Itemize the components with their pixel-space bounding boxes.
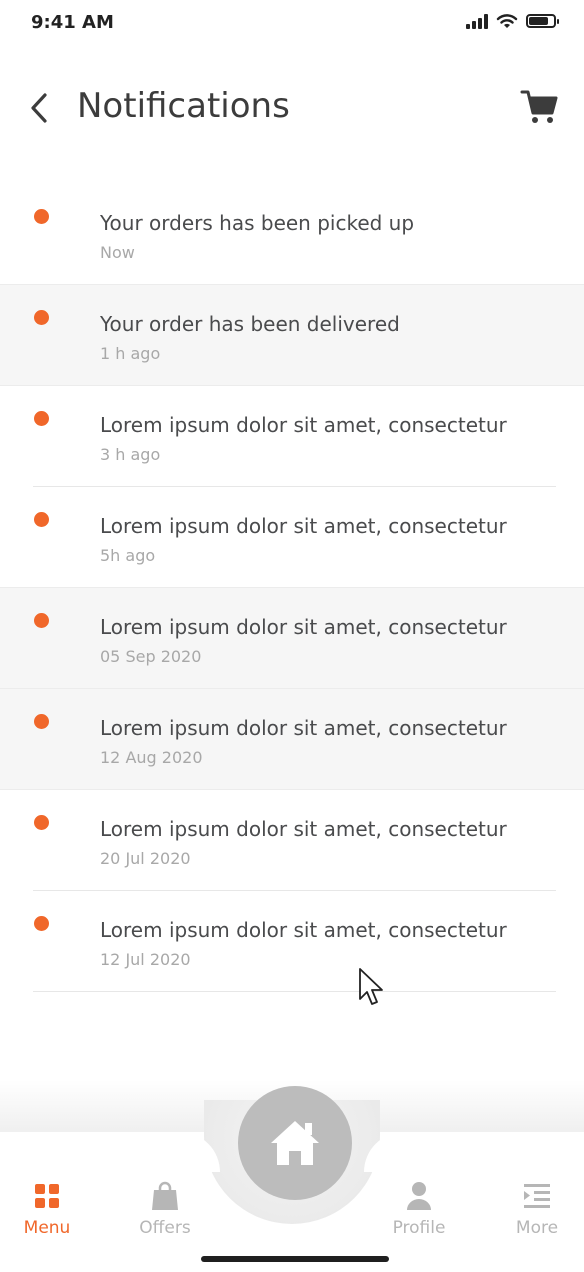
- wifi-icon: [496, 14, 518, 28]
- unread-dot: [34, 209, 49, 224]
- notification-item[interactable]: Lorem ipsum dolor sit amet, consectetur …: [0, 790, 584, 891]
- nav-label-menu: Menu: [23, 1218, 71, 1238]
- bag-icon: [152, 1181, 178, 1210]
- notification-time: Now: [100, 243, 135, 262]
- divider: [33, 991, 556, 992]
- home-button[interactable]: [238, 1086, 352, 1200]
- unread-dot: [34, 512, 49, 527]
- notification-item[interactable]: Your orders has been picked up Now: [0, 184, 584, 285]
- notification-item[interactable]: Lorem ipsum dolor sit amet, consectetur …: [0, 689, 584, 790]
- cart-button[interactable]: [520, 88, 558, 126]
- notification-time: 05 Sep 2020: [100, 647, 202, 666]
- notification-time: 12 Aug 2020: [100, 748, 203, 767]
- nav-item-more[interactable]: More: [487, 1180, 584, 1238]
- notification-message: Lorem ipsum dolor sit amet, consectetur: [100, 817, 507, 841]
- nav-label-more: More: [515, 1218, 559, 1238]
- notification-message: Lorem ipsum dolor sit amet, consectetur: [100, 716, 507, 740]
- notification-message: Lorem ipsum dolor sit amet, consectetur: [100, 615, 507, 639]
- notification-message: Lorem ipsum dolor sit amet, consectetur: [100, 514, 507, 538]
- notification-list: Your orders has been picked up Now Your …: [0, 184, 584, 992]
- unread-dot: [34, 916, 49, 931]
- grid-icon: [35, 1184, 59, 1208]
- page-title: Notifications: [77, 86, 290, 126]
- notification-time: 5h ago: [100, 546, 156, 565]
- unread-dot: [34, 714, 49, 729]
- unread-dot: [34, 815, 49, 830]
- notification-message: Your orders has been picked up: [100, 211, 415, 235]
- nav-item-menu[interactable]: Menu: [0, 1180, 97, 1238]
- signal-icon: [466, 13, 488, 29]
- person-icon: [407, 1182, 431, 1210]
- notification-item[interactable]: Lorem ipsum dolor sit amet, consectetur …: [0, 386, 584, 487]
- unread-dot: [34, 310, 49, 325]
- unread-dot: [34, 411, 49, 426]
- status-time: 9:41 AM: [31, 12, 114, 33]
- nav-label-profile: Profile: [392, 1218, 446, 1238]
- notification-message: Your order has been delivered: [100, 312, 400, 336]
- notification-item[interactable]: Your order has been delivered 1 h ago: [0, 285, 584, 386]
- header: Notifications: [0, 70, 584, 150]
- notification-item[interactable]: Lorem ipsum dolor sit amet, consectetur …: [0, 588, 584, 689]
- notification-message: Lorem ipsum dolor sit amet, consectetur: [100, 413, 507, 437]
- nav-item-offers[interactable]: Offers: [115, 1180, 215, 1238]
- notification-message: Lorem ipsum dolor sit amet, consectetur: [100, 918, 507, 942]
- unread-dot: [34, 613, 49, 628]
- notification-item[interactable]: Lorem ipsum dolor sit amet, consectetur …: [0, 891, 584, 992]
- status-bar: 9:41 AM: [0, 0, 584, 48]
- notification-time: 1 h ago: [100, 344, 161, 363]
- nav-label-offers: Offers: [139, 1218, 191, 1238]
- home-indicator: [201, 1256, 389, 1262]
- status-icons: [466, 13, 559, 29]
- nav-item-profile[interactable]: Profile: [369, 1180, 469, 1238]
- chevron-left-icon: [31, 93, 47, 123]
- notification-time: 12 Jul 2020: [100, 950, 191, 969]
- cart-icon: [520, 90, 558, 123]
- notification-item[interactable]: Lorem ipsum dolor sit amet, consectetur …: [0, 487, 584, 588]
- mouse-cursor-icon: [359, 968, 383, 1005]
- back-button[interactable]: [26, 90, 56, 126]
- notification-time: 3 h ago: [100, 445, 161, 464]
- list-icon: [524, 1184, 550, 1208]
- home-icon: [271, 1121, 319, 1165]
- notification-time: 20 Jul 2020: [100, 849, 191, 868]
- battery-icon: [526, 14, 559, 28]
- bottom-navigation: Menu Offers Profile More: [0, 1080, 584, 1272]
- battery-level-fill: [529, 17, 548, 25]
